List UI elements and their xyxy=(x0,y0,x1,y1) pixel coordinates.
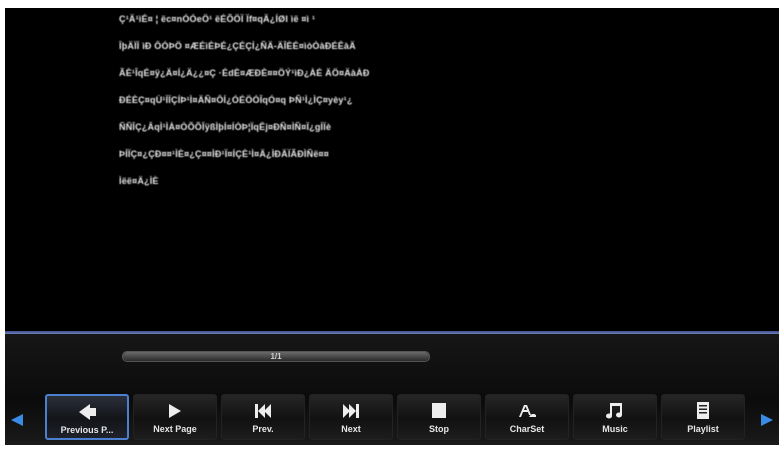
playlist-icon xyxy=(697,402,709,419)
text-line-2: ÎþÄÏÍ ìÐ ÔÓÞÖ ¤ÆÉìÈÞÉ¿ÇÉÇÍ¿ÑÄ-ÄÎÈÉ¤ìòÒàÐ… xyxy=(119,41,356,51)
text-line-1: Ç¹Ä¹ìÉ¤ ¦ ëc¤nÓÓeÖ¹ ëÉÕÖÏ Ïf¤qÄ¿ÍØI ìë ¤… xyxy=(119,14,316,24)
previous-track-label: Prev. xyxy=(252,424,274,434)
next-page-icon xyxy=(169,404,181,418)
text-line-4: ÐÉÈÇ¤qÙ¹ÌÏÇÍÞ¹Ì¤ÄÑ¤ÔÍ¿ÓÉÖÓÎqÓ¤q ÞÑ¹Ì¿ÌÇ¤… xyxy=(119,95,353,105)
charset-icon xyxy=(519,405,536,417)
charset-label: CharSet xyxy=(509,424,545,434)
music-button[interactable]: Music xyxy=(573,394,657,440)
stop-icon xyxy=(432,403,446,418)
music-label: Music xyxy=(602,424,628,434)
control-panel: 1/1 Previous P... Next Page Prev. Next S… xyxy=(5,334,779,445)
previous-page-button[interactable]: Previous P... xyxy=(45,394,129,440)
previous-page-icon xyxy=(79,404,96,420)
next-track-label: Next xyxy=(341,424,361,434)
text-line-7: Ìëë¤Ä¿ÌÈ xyxy=(119,176,159,186)
charset-button[interactable]: CharSet xyxy=(485,394,569,440)
previous-track-icon xyxy=(255,404,271,418)
previous-page-label: Previous P... xyxy=(60,425,114,435)
text-line-6: ÞÌÏÇ¤¿ÇÐ¤¤¹ÌÈ¤¿Ç¤¤ÌÐ¹Ï¤ÍÇÈ¹Ì¤Ä¿ÌÐÄÏÃÐÌÑë… xyxy=(119,149,329,159)
next-track-icon xyxy=(343,404,359,418)
text-lines: Ç¹Ä¹ìÉ¤ ¦ ëc¤nÓÓeÖ¹ ëÉÕÖÏ Ïf¤qÄ¿ÍØI ìë ¤… xyxy=(119,14,449,203)
previous-track-button[interactable]: Prev. xyxy=(221,394,305,440)
scroll-right-arrow-icon[interactable] xyxy=(759,412,775,428)
toolbar: Previous P... Next Page Prev. Next Stop … xyxy=(45,394,755,442)
page-progress-label: 1/1 xyxy=(270,352,282,361)
text-viewer: Ç¹Ä¹ìÉ¤ ¦ ëc¤nÓÓeÖ¹ ëÉÕÖÏ Ïf¤qÄ¿ÍØI ìë ¤… xyxy=(5,8,779,330)
text-line-5: ÑÑÎÇ¿ÂqÌ¹ÌÀ¤ÒÕÕÎÿßÌþÍ¤ÍÒÞ¦ÏqÊj¤ÐÑ¤ÌÑ¤Ï¿g… xyxy=(119,122,332,132)
next-page-button[interactable]: Next Page xyxy=(133,394,217,440)
page-progress-bar: 1/1 xyxy=(122,351,430,362)
next-track-button[interactable]: Next xyxy=(309,394,393,440)
stop-button[interactable]: Stop xyxy=(397,394,481,440)
next-page-label: Next Page xyxy=(153,424,197,434)
playlist-label: Playlist xyxy=(687,424,719,434)
scroll-left-arrow-icon[interactable] xyxy=(9,412,25,428)
media-player-screen: Ç¹Ä¹ìÉ¤ ¦ ëc¤nÓÓeÖ¹ ëÉÕÖÏ Ïf¤qÄ¿ÍØI ìë ¤… xyxy=(5,8,779,445)
playlist-button[interactable]: Playlist xyxy=(661,394,745,440)
music-note-icon xyxy=(606,403,622,419)
stop-label: Stop xyxy=(429,424,449,434)
text-line-3: ÃÈ¹ÎqÉ¤ÿ¿Ä¤Í¿Ä¿¿¤Ç ·ÉdÈ¤ÆÐÈ¤¤ÖÝ¹ìÐ¿ÀÉ ÄÖ… xyxy=(119,68,370,78)
